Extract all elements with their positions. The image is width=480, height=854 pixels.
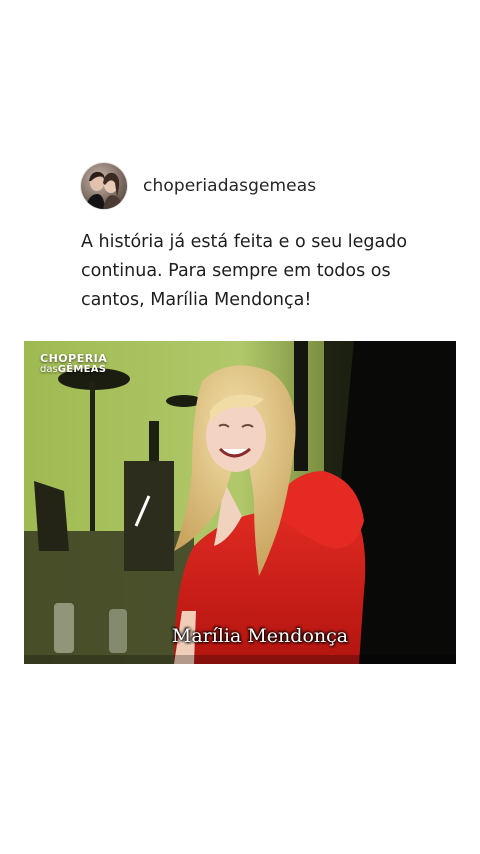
brand-watermark: CHOPERIA dasGÊMEAS (40, 353, 107, 375)
video-subtitle: Marília Mendonça (171, 625, 349, 647)
brand-bottom-text: dasGÊMEAS (40, 364, 107, 375)
brand-prefix: das (40, 364, 58, 375)
brand-suffix: GÊMEAS (57, 364, 107, 375)
brand-top-text: CHOPERIA (40, 352, 108, 365)
avatar[interactable] (81, 163, 127, 209)
post-header: choperiadasgemeas (81, 163, 316, 209)
post-caption: A história já está feita e o seu legado … (81, 232, 408, 310)
video-frame (24, 341, 456, 664)
username[interactable]: choperiadasgemeas (143, 176, 316, 196)
video-player[interactable]: CHOPERIA dasGÊMEAS Marília Mendonça (24, 341, 456, 664)
